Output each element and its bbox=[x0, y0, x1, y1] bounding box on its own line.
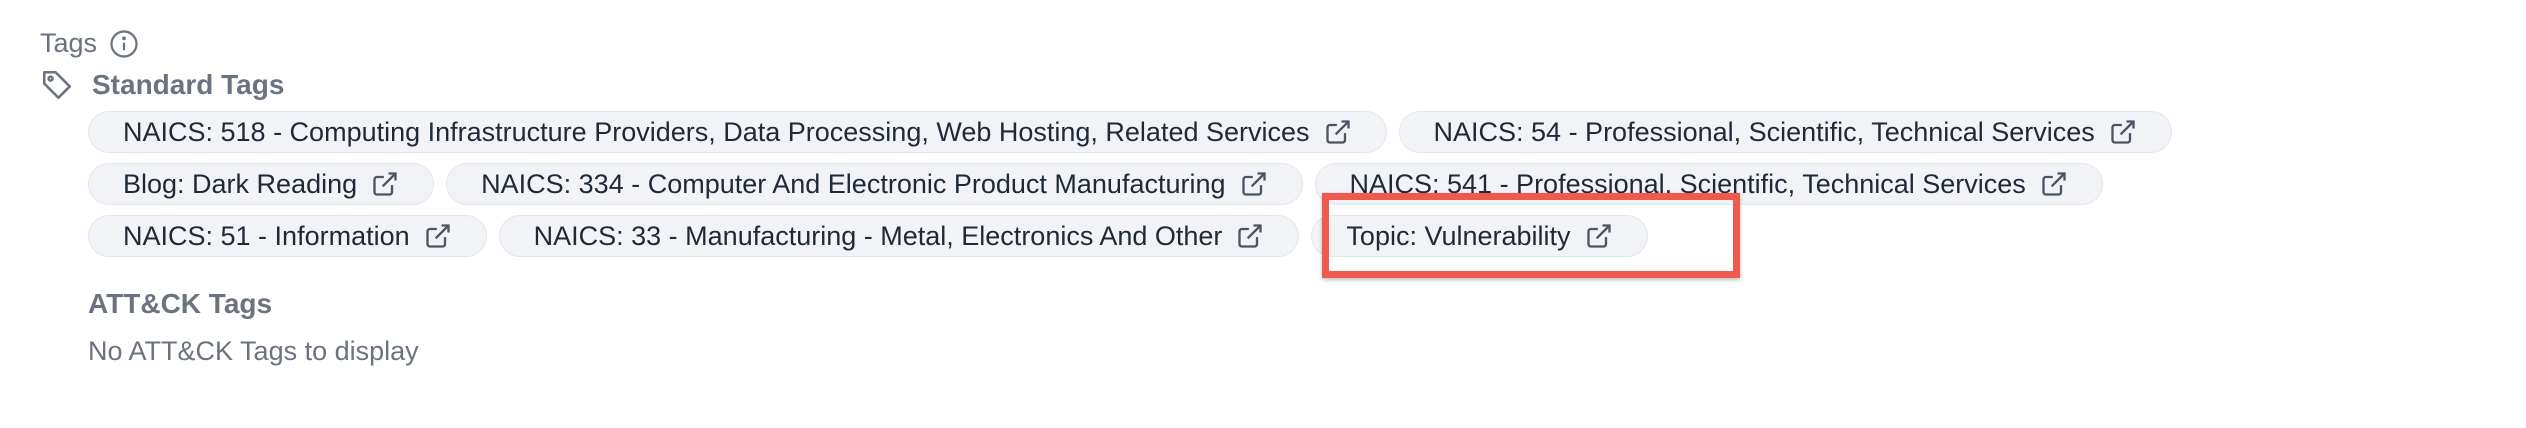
tag-chip-label: NAICS: 33 - Manufacturing - Metal, Elect… bbox=[533, 220, 1223, 251]
external-link-icon[interactable] bbox=[2040, 170, 2068, 198]
external-link-icon[interactable] bbox=[2109, 118, 2137, 146]
external-link-icon[interactable] bbox=[1236, 222, 1264, 250]
external-link-icon[interactable] bbox=[424, 222, 452, 250]
tag-chip-label: Topic: Vulnerability bbox=[1346, 220, 1571, 251]
tag-chip-naics-541[interactable]: NAICS: 541 - Professional, Scientific, T… bbox=[1314, 163, 2103, 205]
tags-label: Tags bbox=[40, 28, 98, 58]
tag-row-3: NAICS: 51 - Information NAICS: 33 - Manu… bbox=[88, 215, 1648, 257]
tag-chip-label: NAICS: 54 - Professional, Scientific, Te… bbox=[1433, 116, 2095, 147]
external-link-icon[interactable] bbox=[1240, 170, 1268, 198]
tag-chip-label: NAICS: 51 - Information bbox=[123, 220, 410, 251]
tag-chip-label: NAICS: 334 - Computer And Electronic Pro… bbox=[481, 168, 1226, 199]
external-link-icon[interactable] bbox=[371, 170, 399, 198]
tag-icon bbox=[40, 68, 74, 102]
tag-chip-naics-33[interactable]: NAICS: 33 - Manufacturing - Metal, Elect… bbox=[498, 215, 1300, 257]
external-link-icon[interactable] bbox=[1585, 222, 1613, 250]
tag-row-2: Blog: Dark Reading NAICS: 334 - Computer… bbox=[88, 163, 2103, 205]
tag-chip-label: NAICS: 518 - Computing Infrastructure Pr… bbox=[123, 116, 1310, 147]
tag-chip-blog-dark-reading[interactable]: Blog: Dark Reading bbox=[88, 163, 435, 205]
tag-chip-label: NAICS: 541 - Professional, Scientific, T… bbox=[1349, 168, 2026, 199]
attack-tags-empty-message: No ATT&CK Tags to display bbox=[88, 336, 419, 366]
tag-chip-naics-54[interactable]: NAICS: 54 - Professional, Scientific, Te… bbox=[1398, 111, 2172, 153]
tag-chip-label: Blog: Dark Reading bbox=[123, 168, 358, 199]
standard-tags-title: Standard Tags bbox=[92, 69, 285, 100]
info-icon[interactable] bbox=[109, 29, 139, 59]
standard-tags-heading: Standard Tags bbox=[40, 68, 284, 102]
tags-header: Tags bbox=[40, 28, 139, 59]
tag-row-1: NAICS: 518 - Computing Infrastructure Pr… bbox=[88, 111, 2172, 153]
tag-chip-topic-vulnerability[interactable]: Topic: Vulnerability bbox=[1311, 215, 1648, 257]
tag-chip-naics-51[interactable]: NAICS: 51 - Information bbox=[88, 215, 487, 257]
tag-chip-naics-518[interactable]: NAICS: 518 - Computing Infrastructure Pr… bbox=[88, 111, 1387, 153]
tag-chip-naics-334[interactable]: NAICS: 334 - Computer And Electronic Pro… bbox=[446, 163, 1303, 205]
attack-tags-title: ATT&CK Tags bbox=[88, 288, 273, 319]
external-link-icon[interactable] bbox=[1324, 118, 1352, 146]
